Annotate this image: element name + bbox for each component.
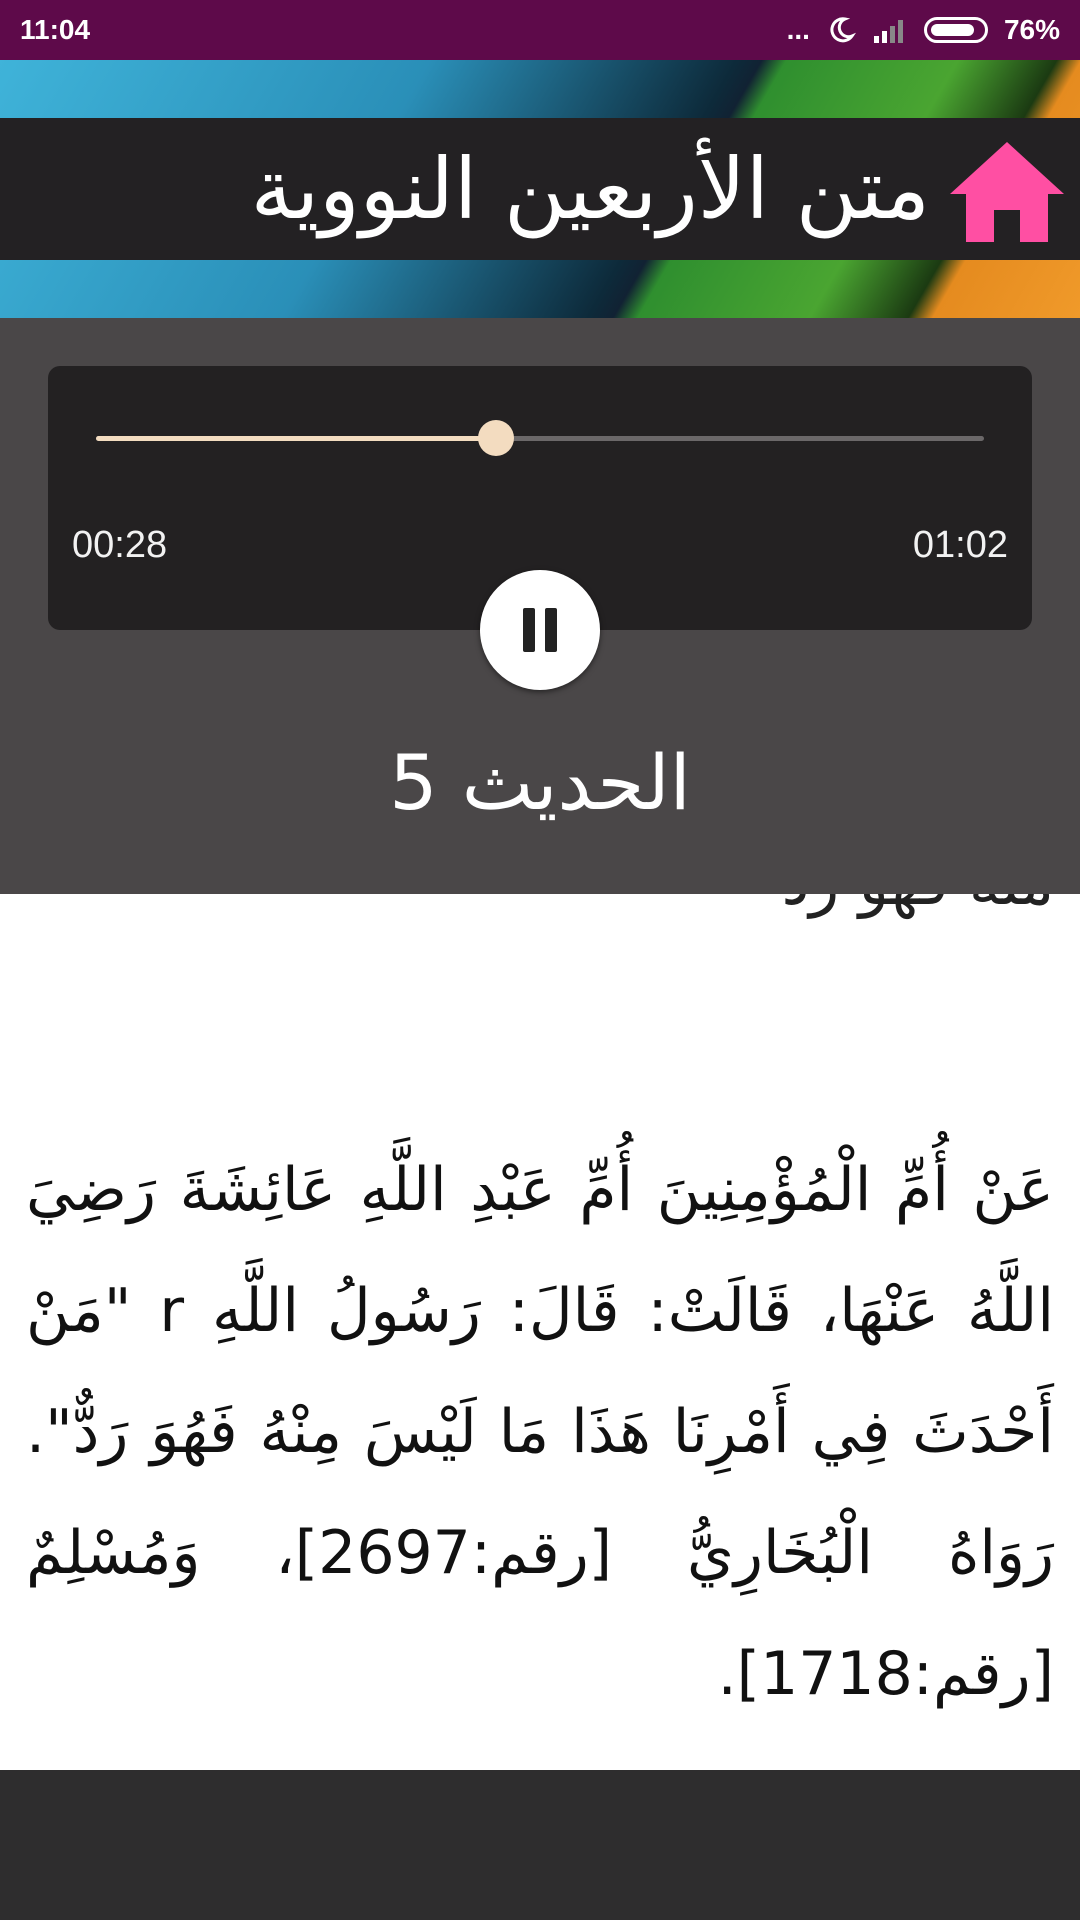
status-time: 11:04	[20, 14, 91, 45]
previous-text-tail: منه فهو رد	[782, 894, 1054, 919]
hadith-text: عَنْ أُمِّ الْمُؤْمِنِينَ أُمِّ عَبْدِ ا…	[26, 1155, 1055, 1709]
title-bar: متن الأربعين النووية	[0, 118, 1080, 260]
hadith-content[interactable]: منه فهو رد عَنْ أُمِّ الْمُؤْمِنِينَ أُم…	[0, 894, 1080, 1770]
seek-progress	[96, 436, 496, 441]
app-title: متن الأربعين النووية	[250, 140, 930, 238]
status-bar: 11:04 ... 76%	[0, 0, 1080, 60]
pause-button[interactable]	[480, 570, 600, 690]
time-total: 01:02	[912, 524, 1008, 566]
time-elapsed: 00:28	[72, 524, 168, 566]
pause-icon	[545, 608, 557, 652]
track-title: الحديث 5	[389, 738, 691, 827]
header-banner: متن الأربعين النووية	[0, 60, 1080, 318]
audio-player-panel: 00:28 01:02 الحديث 5	[0, 318, 1080, 894]
status-icons: ... 76%	[787, 14, 1060, 46]
signal-icon	[872, 16, 908, 44]
moon-icon	[826, 15, 856, 45]
seek-thumb[interactable]	[477, 420, 514, 456]
bottom-bar	[0, 1770, 1080, 1920]
more-dots-icon: ...	[786, 14, 810, 45]
home-icon[interactable]	[946, 138, 1068, 246]
seek-bar[interactable]	[96, 420, 984, 456]
battery-icon	[923, 17, 988, 43]
battery-percent: 76%	[1003, 14, 1060, 45]
pause-icon	[523, 608, 535, 652]
